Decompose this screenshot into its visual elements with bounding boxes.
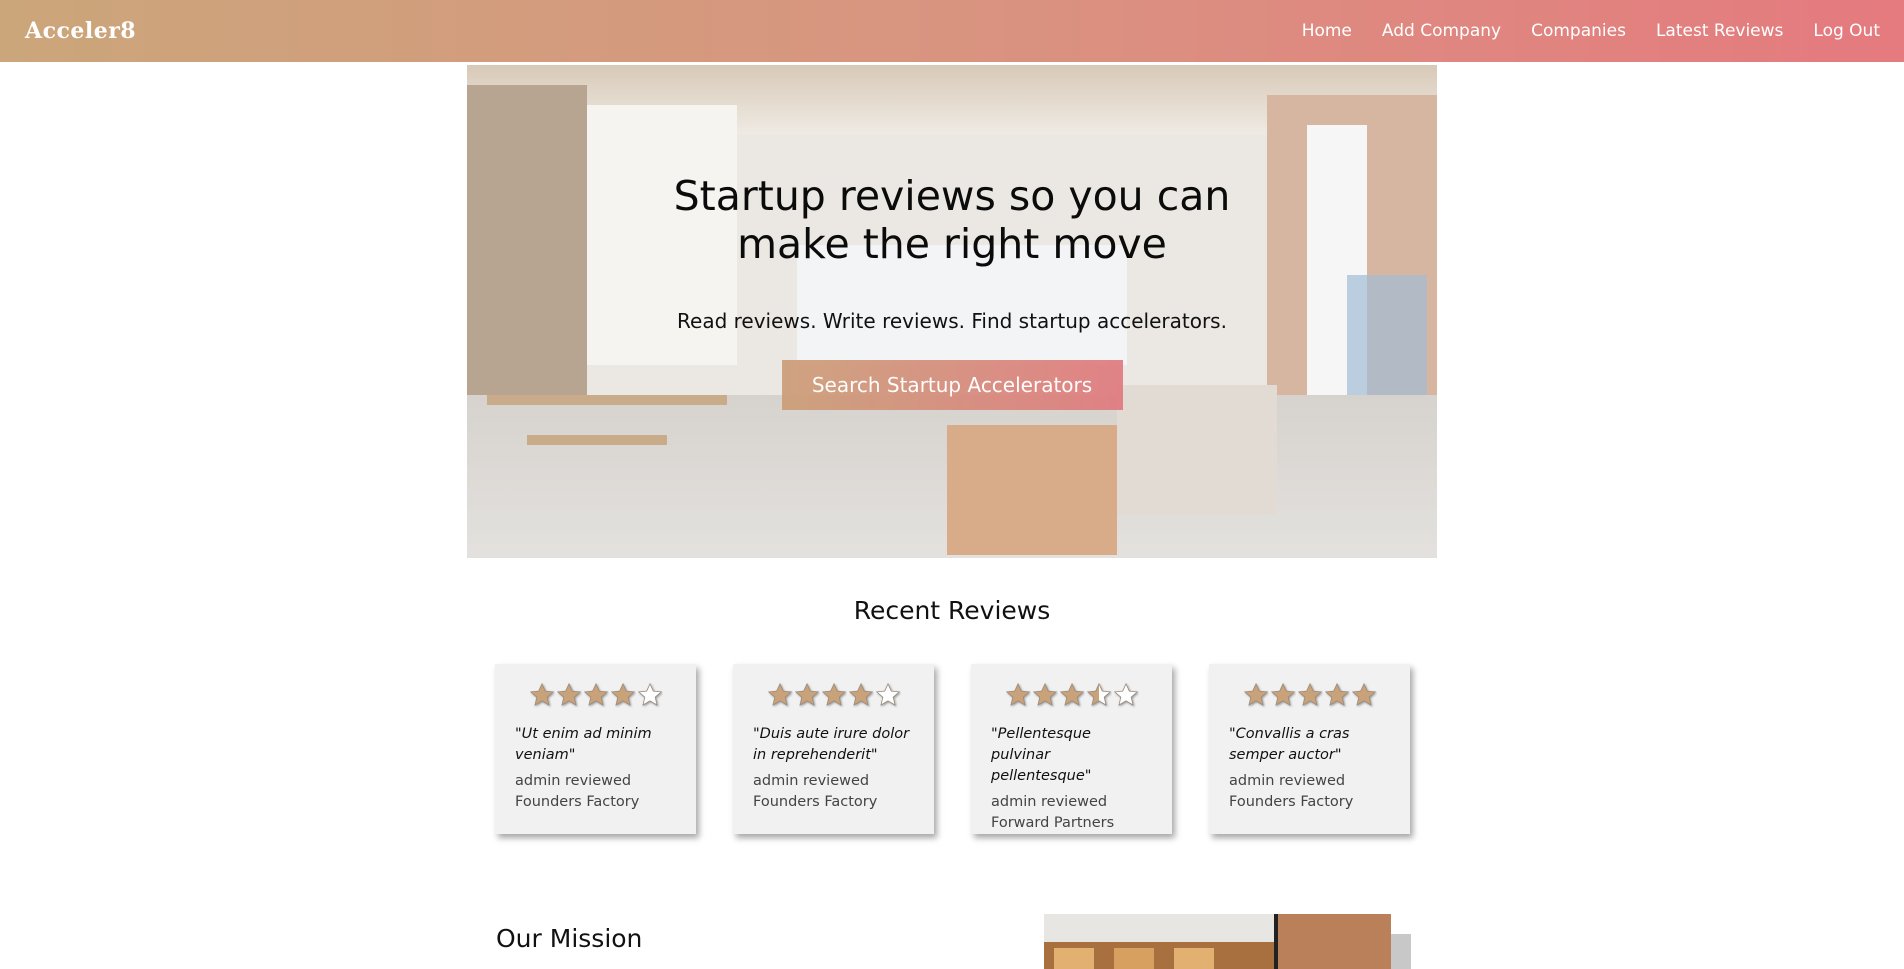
review-meta: admin reviewed Forward Partners	[991, 792, 1152, 834]
star-rating	[1229, 682, 1390, 712]
review-card[interactable]: "Duis aute irure dolor in reprehenderit"…	[733, 664, 934, 834]
star-filled-icon	[583, 682, 609, 708]
star-filled-icon	[1297, 682, 1323, 708]
review-company: Founders Factory	[753, 794, 878, 810]
star-filled-icon	[848, 682, 874, 708]
star-half-icon	[1086, 682, 1112, 708]
hero-subtitle: Read reviews. Write reviews. Find startu…	[677, 309, 1227, 333]
recent-reviews-title: Recent Reviews	[853, 596, 1051, 625]
star-empty-icon	[637, 682, 663, 708]
mission-title: Our Mission	[496, 924, 643, 953]
nav-link-home[interactable]: Home	[1302, 21, 1352, 41]
review-author-line: admin reviewed	[753, 773, 870, 789]
star-rating	[991, 682, 1152, 712]
star-filled-icon	[529, 682, 555, 708]
review-meta: admin reviewed Founders Factory	[1229, 771, 1390, 813]
nav-link-add-company[interactable]: Add Company	[1382, 21, 1501, 41]
nav-links: Home Add Company Companies Latest Review…	[1272, 21, 1880, 41]
review-meta: admin reviewed Founders Factory	[515, 771, 676, 813]
star-filled-icon	[610, 682, 636, 708]
star-filled-icon	[1005, 682, 1031, 708]
nav-link-log-out[interactable]: Log Out	[1813, 21, 1880, 41]
mission-image	[1044, 914, 1391, 969]
review-company: Founders Factory	[515, 794, 640, 810]
star-filled-icon	[1032, 682, 1058, 708]
star-filled-icon	[1270, 682, 1296, 708]
review-card[interactable]: "Convallis a cras semper auctor" admin r…	[1209, 664, 1410, 834]
star-filled-icon	[821, 682, 847, 708]
star-filled-icon	[1324, 682, 1350, 708]
review-company: Founders Factory	[1229, 794, 1354, 810]
review-meta: admin reviewed Founders Factory	[753, 771, 914, 813]
star-rating	[753, 682, 914, 712]
review-card[interactable]: "Pellentesque pulvinar pellentesque" adm…	[971, 664, 1172, 834]
review-company: Forward Partners	[991, 815, 1115, 831]
review-quote: "Convallis a cras semper auctor"	[1229, 726, 1350, 763]
review-quote: "Pellentesque pulvinar pellentesque"	[991, 726, 1092, 784]
review-author-line: admin reviewed	[1229, 773, 1346, 789]
star-empty-icon	[1113, 682, 1139, 708]
star-rating	[515, 682, 676, 712]
hero-title: Startup reviews so you can make the righ…	[673, 172, 1231, 268]
review-author-line: admin reviewed	[991, 794, 1108, 810]
star-filled-icon	[1351, 682, 1377, 708]
search-accelerators-button[interactable]: Search Startup Accelerators	[781, 360, 1123, 410]
review-quote: "Duis aute irure dolor in reprehenderit"	[753, 726, 910, 763]
review-card[interactable]: "Ut enim ad minim veniam" admin reviewed…	[495, 664, 696, 834]
star-filled-icon	[1243, 682, 1269, 708]
star-filled-icon	[767, 682, 793, 708]
hero-content: Startup reviews so you can make the righ…	[467, 65, 1437, 558]
nav-link-latest-reviews[interactable]: Latest Reviews	[1656, 21, 1783, 41]
brand-logo[interactable]: Acceler8	[25, 18, 136, 44]
nav-link-companies[interactable]: Companies	[1531, 21, 1626, 41]
star-filled-icon	[1059, 682, 1085, 708]
review-quote: "Ut enim ad minim veniam"	[515, 726, 652, 763]
star-filled-icon	[794, 682, 820, 708]
hero-banner: Startup reviews so you can make the righ…	[467, 65, 1437, 558]
review-author-line: admin reviewed	[515, 773, 632, 789]
star-filled-icon	[556, 682, 582, 708]
star-empty-icon	[875, 682, 901, 708]
navbar: Acceler8 Home Add Company Companies Late…	[0, 0, 1904, 62]
